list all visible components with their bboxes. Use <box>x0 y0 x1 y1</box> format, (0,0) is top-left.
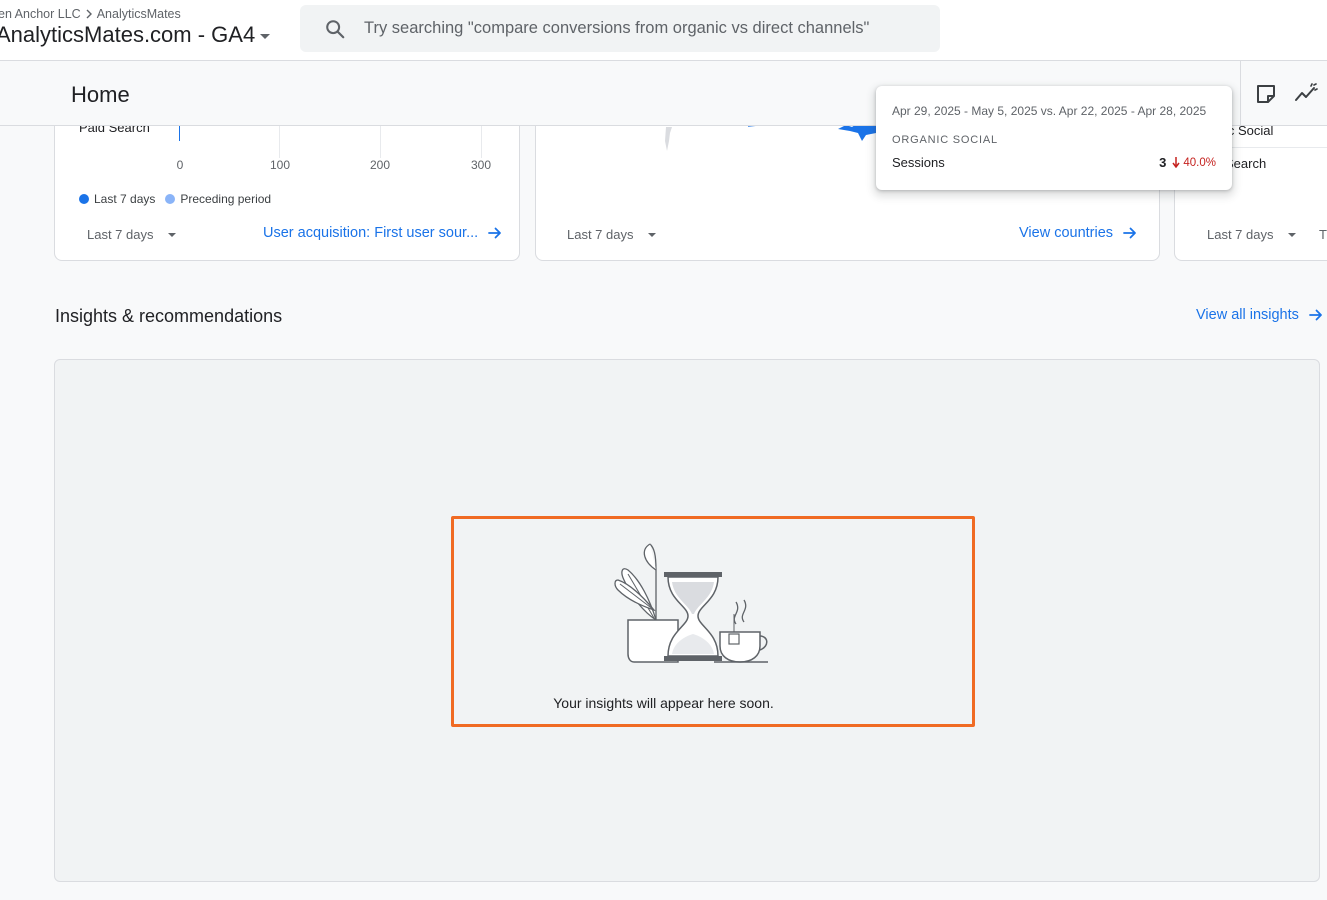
property-name: AnalyticsMates.com - GA4 <box>0 22 256 47</box>
date-range-dropdown[interactable]: Last 7 days <box>1207 227 1296 242</box>
arrow-right-icon <box>488 227 502 239</box>
insights-trend-icon[interactable] <box>1294 83 1318 105</box>
map-region <box>665 127 672 151</box>
search-icon <box>326 20 345 39</box>
legend-item: Preceding period <box>165 192 271 206</box>
chevron-right-icon <box>86 9 92 19</box>
arrow-right-icon <box>1309 309 1322 321</box>
breadcrumb[interactable]: en Anchor LLC AnalyticsMates <box>0 7 181 21</box>
tooltip-change: 40.0% <box>1183 156 1216 169</box>
header-divider <box>1240 61 1241 125</box>
date-range-dropdown[interactable]: Last 7 days <box>567 227 656 242</box>
breadcrumb-property[interactable]: AnalyticsMates <box>97 7 181 21</box>
legend-item: Last 7 days <box>79 192 155 206</box>
tooltip-metric: Sessions <box>892 155 945 170</box>
legend-dot-previous <box>165 194 176 204</box>
tooltip-value: 3 <box>1159 155 1167 170</box>
page-title: Home <box>71 82 130 107</box>
caret-down-icon <box>167 232 176 237</box>
date-range-label: Last 7 days <box>567 227 634 242</box>
search-bar[interactable]: Try searching "compare conversions from … <box>300 5 940 52</box>
link-label: View countries <box>1019 225 1114 241</box>
axis-tick: 100 <box>269 158 291 172</box>
caret-down-icon <box>260 34 271 39</box>
tooltip-value-group: 3 40.0% <box>1159 155 1216 170</box>
top-bar: en Anchor LLC AnalyticsMates AnalyticsMa… <box>0 0 1327 61</box>
link-label: User acquisition: First user sour... <box>263 225 479 241</box>
date-range-label: Last 7 days <box>1207 227 1274 242</box>
arrow-down-icon <box>1172 157 1180 168</box>
axis-tick: 200 <box>369 158 391 172</box>
grid-line <box>279 123 280 158</box>
note-icon[interactable] <box>1255 83 1277 105</box>
view-all-insights-link[interactable]: View all insights <box>1196 307 1323 323</box>
breadcrumb-account[interactable]: en Anchor LLC <box>0 7 81 21</box>
highlight-box <box>451 516 975 727</box>
caret-down-icon <box>1287 232 1296 237</box>
chart-legend: Last 7 days Preceding period <box>79 192 271 206</box>
card-link-truncated[interactable]: T <box>1319 227 1327 242</box>
axis-tick: 0 <box>176 158 184 172</box>
link-label: View all insights <box>1196 307 1299 323</box>
user-acquisition-link[interactable]: User acquisition: First user sour... <box>263 225 502 241</box>
tooltip-date-range: Apr 29, 2025 - May 5, 2025 vs. Apr 22, 2… <box>892 104 1207 118</box>
grid-line <box>380 123 381 158</box>
tooltip-channel: ORGANIC SOCIAL <box>892 134 998 146</box>
arrow-right-icon <box>1123 227 1136 239</box>
date-range-label: Last 7 days <box>87 227 154 242</box>
legend-dot-current <box>79 194 89 204</box>
search-input[interactable]: Try searching "compare conversions from … <box>364 19 869 38</box>
axis-tick: 300 <box>470 158 492 172</box>
chart-tooltip: Apr 29, 2025 - May 5, 2025 vs. Apr 22, 2… <box>876 86 1232 190</box>
date-range-dropdown[interactable]: Last 7 days <box>87 227 176 242</box>
property-selector[interactable]: AnalyticsMates.com - GA4 <box>0 22 271 48</box>
insights-section-title: Insights & recommendations <box>55 306 283 326</box>
caret-down-icon <box>647 232 656 237</box>
legend-label: Preceding period <box>180 192 272 206</box>
legend-label: Last 7 days <box>94 192 156 206</box>
grid-line <box>481 123 482 158</box>
view-countries-link[interactable]: View countries <box>1019 225 1137 241</box>
